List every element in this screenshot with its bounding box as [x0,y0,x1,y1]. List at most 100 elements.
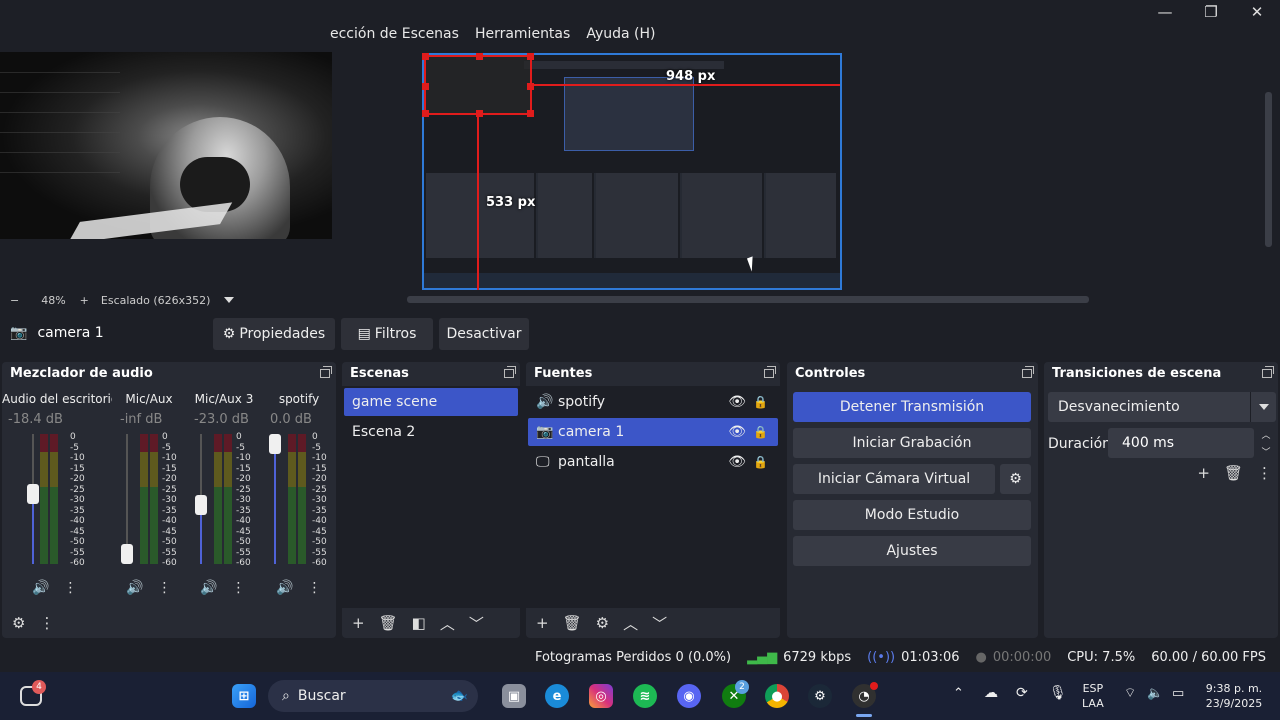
zoom-out-button[interactable]: − [10,294,19,307]
fader-handle[interactable] [195,494,207,515]
advanced-audio-gear-icon[interactable]: ⚙ [12,614,25,632]
lock-icon[interactable]: 🔒 [753,425,768,439]
undock-icon[interactable] [1262,365,1274,378]
transition-menu-icon[interactable]: ⋮ [1257,464,1272,482]
chevron-down-icon[interactable]: ﹀ [1261,445,1270,458]
move-up-icon[interactable]: ︿ [440,613,455,634]
chrome-icon[interactable]: ● [765,684,789,708]
source-item-camera-1[interactable]: 📷 camera 1 👁 🔒 [528,418,778,446]
speaker-icon[interactable]: 🔊 [126,580,143,596]
deactivate-button[interactable]: Desactivar [439,318,529,350]
battery-icon[interactable]: ▭ [1172,686,1184,701]
undock-icon[interactable] [1022,365,1034,378]
duration-input[interactable]: 400 ms [1108,428,1254,458]
channel-menu-icon[interactable]: ⋮ [231,580,245,596]
nested-docks [426,173,838,258]
chevron-up-icon[interactable]: ⌃ [953,686,964,701]
volume-icon[interactable]: 🔈 [1147,686,1163,701]
source-toolbar: 📷 camera 1 ⚙ Propiedades ▤ Filtros Desac… [0,316,1280,352]
channel-menu-icon[interactable]: ⋮ [307,580,321,596]
sync-icon[interactable]: ⟳ [1016,686,1028,701]
close-button[interactable]: ✕ [1234,0,1280,24]
menu-tools[interactable]: Herramientas [475,26,570,42]
scene-item-escena-2[interactable]: Escena 2 [344,418,518,446]
language-indicator[interactable]: ESP LAA [1082,681,1104,711]
lock-icon[interactable]: 🔒 [753,395,768,409]
zoom-percent: 48% [41,293,66,307]
source-item-pantalla[interactable]: 🖵 pantalla 👁 🔒 [528,448,778,476]
task-view-icon[interactable]: ▣ [502,684,526,708]
add-source-icon[interactable]: + [536,614,549,632]
source-item-spotify[interactable]: 🔊 spotify 👁 🔒 [528,388,778,416]
discord-icon[interactable]: ◉ [677,684,701,708]
menu-scene-collection[interactable]: ección de Escenas [330,26,459,42]
move-down-icon[interactable]: ﹀ [652,613,667,634]
add-transition-icon[interactable]: + [1197,464,1210,482]
chevron-up-icon[interactable]: ︿ [1261,428,1270,441]
delete-source-icon[interactable]: 🗑 [563,614,582,632]
scene-filters-icon[interactable]: ◧ [412,614,426,632]
filters-button[interactable]: ▤ Filtros [341,318,433,350]
preview-vertical-scrollbar[interactable] [1265,92,1272,247]
duration-stepper[interactable]: ︿ ﹀ [1256,428,1276,458]
delete-transition-icon[interactable]: 🗑 [1224,464,1243,482]
properties-button[interactable]: ⚙ Propiedades [213,318,335,350]
maximize-button[interactable]: ❐ [1188,0,1234,24]
undock-icon[interactable] [764,365,776,378]
volume-fader[interactable] [27,434,39,564]
instagram-icon[interactable]: ◎ [589,684,613,708]
zoom-in-button[interactable]: + [80,294,89,307]
scene-list: game scene Escena 2 [342,386,520,608]
source-selection-box[interactable] [422,53,534,117]
volume-fader[interactable] [121,434,133,564]
add-scene-icon[interactable]: + [352,614,365,632]
steam-icon[interactable]: ⚙ [808,684,832,708]
move-up-icon[interactable]: ︿ [623,613,638,634]
transition-select[interactable]: Desvanecimiento [1048,392,1276,422]
eye-icon[interactable]: 👁 [728,394,746,410]
settings-button[interactable]: Ajustes [793,536,1031,566]
fader-handle[interactable] [27,483,39,504]
microphone-icon[interactable]: 🎙 [1049,686,1067,701]
move-down-icon[interactable]: ﹀ [469,613,484,634]
volume-fader[interactable] [195,434,207,564]
preview-area[interactable]: 948 px 533 px [0,52,1272,290]
scenes-title: Escenas [350,365,409,381]
channel-menu-icon[interactable]: ⋮ [63,580,77,596]
eye-icon[interactable]: 👁 [728,424,746,440]
start-recording-button[interactable]: Iniciar Grabación [793,428,1031,458]
lock-icon[interactable]: 🔒 [753,455,768,469]
channel-menu-icon[interactable]: ⋮ [157,580,171,596]
undock-icon[interactable] [504,365,516,378]
taskbar-search[interactable]: ⌕ Buscar 🐟 [268,680,478,712]
fader-handle[interactable] [269,434,281,454]
minimize-button[interactable]: — [1142,0,1188,24]
edge-icon[interactable]: e [545,684,569,708]
eye-icon[interactable]: 👁 [728,454,746,470]
menu-help[interactable]: Ayuda (H) [586,26,655,42]
start-virtual-camera-button[interactable]: Iniciar Cámara Virtual [793,464,995,494]
delete-scene-icon[interactable]: 🗑 [379,614,398,632]
program-canvas[interactable]: 948 px 533 px [422,53,842,290]
fader-handle[interactable] [121,544,133,564]
onedrive-icon[interactable]: ☁ [984,686,998,701]
volume-fader[interactable] [269,434,281,564]
channel-name: Mic/Aux [125,392,173,406]
wifi-icon[interactable]: ⌔ [1124,686,1136,701]
windows-start-icon[interactable]: ⊞ [232,684,256,708]
volume-meter [150,434,158,564]
clock[interactable]: 9:38 p. m. 23/9/2025 [1202,681,1266,711]
virtual-camera-gear-icon[interactable]: ⚙ [1000,464,1031,494]
preview-horizontal-scrollbar[interactable] [407,296,1089,303]
speaker-icon[interactable]: 🔊 [276,580,293,596]
studio-mode-button[interactable]: Modo Estudio [793,500,1031,530]
scene-item-game-scene[interactable]: game scene [344,388,518,416]
stop-stream-button[interactable]: Detener Transmisión [793,392,1031,422]
spotify-icon[interactable]: ≋ [633,684,657,708]
mixer-menu-icon[interactable]: ⋮ [39,614,54,632]
speaker-icon[interactable]: 🔊 [32,580,49,596]
source-properties-gear-icon[interactable]: ⚙ [596,614,609,632]
scaling-dropdown-icon[interactable] [224,297,235,303]
speaker-icon[interactable]: 🔊 [200,580,217,596]
undock-icon[interactable] [320,365,332,378]
